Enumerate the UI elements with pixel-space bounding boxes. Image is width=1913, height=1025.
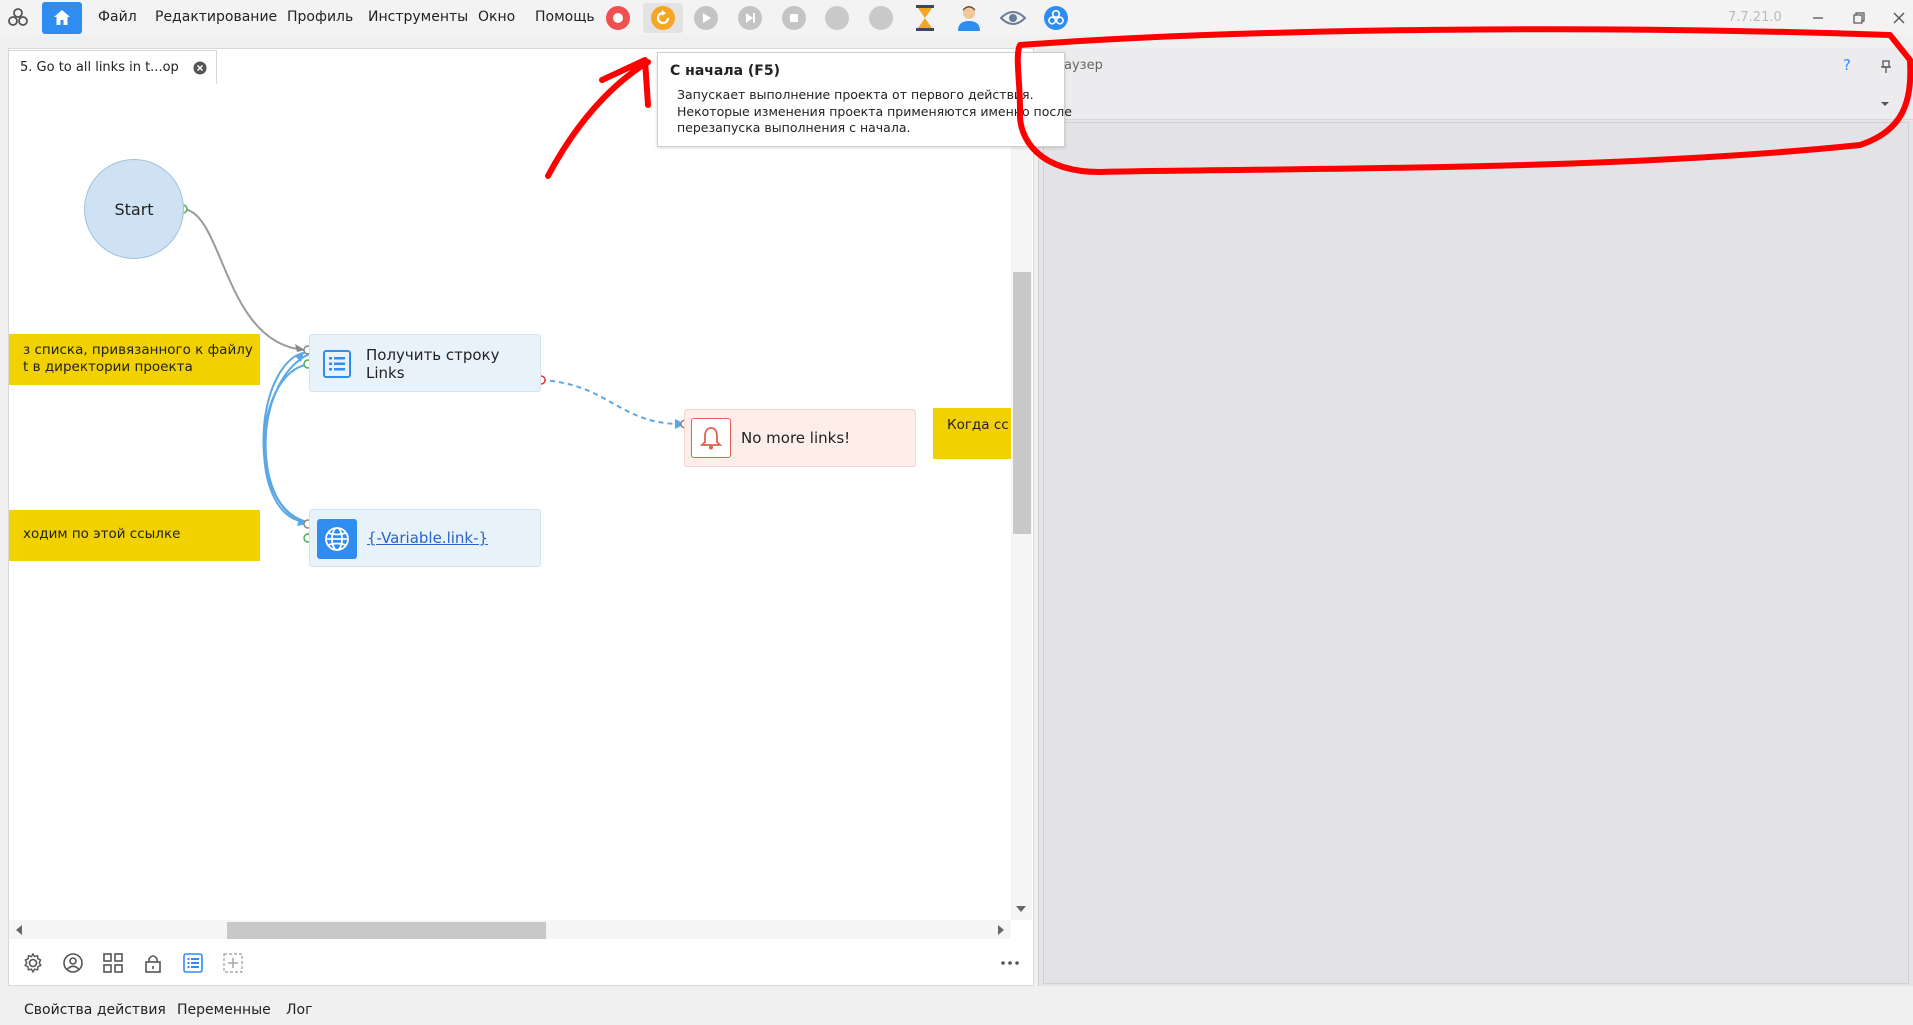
project-tab[interactable]: 5. Go to all links in t...op: [8, 50, 217, 84]
restore-button[interactable]: [1842, 4, 1876, 32]
navigate-node[interactable]: {-Variable.link-}: [309, 509, 541, 567]
play-button[interactable]: [687, 3, 725, 33]
start-node[interactable]: Start: [84, 159, 184, 259]
node-subtitle: Links: [366, 364, 405, 382]
pin-icon[interactable]: [1880, 60, 1892, 78]
profile-settings-button[interactable]: [58, 948, 88, 978]
eye-icon: [999, 11, 1027, 25]
tooltip-title: С начала (F5): [670, 63, 781, 79]
zennoposter-logo-icon: [1044, 6, 1068, 30]
restart-tooltip: С начала (F5) Запускает выполнение проек…: [657, 52, 1072, 147]
comment-note-line: ходим по этой ссылке: [23, 526, 181, 542]
disabled-button-2[interactable]: [862, 3, 900, 33]
scheduler-button[interactable]: [906, 3, 944, 33]
bell-icon: [691, 418, 731, 458]
no-more-links-node[interactable]: No more links!: [684, 409, 916, 467]
menu-file[interactable]: Файл: [98, 0, 137, 35]
menu-profile[interactable]: Профиль: [287, 0, 353, 35]
gear-icon: [24, 952, 42, 974]
minimize-icon: [1813, 17, 1823, 19]
dropdown-arrow-icon[interactable]: [1879, 96, 1891, 112]
comment-note[interactable]: Когда сс: [933, 408, 1011, 459]
tab-action-properties[interactable]: Свойства действия: [24, 997, 166, 1023]
project-canvas[interactable]: Start з списка, привязанного к файлу t в…: [9, 84, 1011, 920]
comment-note-line: з списка, привязанного к файлу: [23, 342, 253, 358]
user-icon: [958, 6, 980, 31]
scroll-left-arrow-icon[interactable]: [14, 924, 24, 940]
close-window-button[interactable]: [1882, 4, 1913, 32]
tab-log[interactable]: Лог: [286, 997, 312, 1023]
node-link-title[interactable]: {-Variable.link-}: [367, 529, 488, 547]
more-options-button[interactable]: [995, 948, 1025, 978]
node-title: No more links!: [741, 429, 851, 447]
comment-note[interactable]: з списка, привязанного к файлу t в дирек…: [9, 334, 260, 385]
menu-edit[interactable]: Редактирование: [155, 0, 277, 35]
user-circle-icon: [63, 953, 83, 973]
comment-note[interactable]: ходим по этой ссылке: [9, 510, 260, 561]
restore-icon: [1853, 12, 1865, 24]
help-button[interactable]: ?: [1843, 56, 1851, 74]
tooltip-body: Запускает выполнение проекта от первого …: [677, 87, 1072, 135]
menu-help[interactable]: Помощь: [535, 0, 595, 35]
project-tab-label: 5. Go to all links in t...op: [20, 60, 179, 75]
app-version: 7.7.21.0: [1728, 10, 1782, 25]
close-circle-icon: [193, 61, 207, 75]
settings-button[interactable]: [18, 948, 48, 978]
record-button[interactable]: [599, 3, 637, 33]
hourglass-icon: [916, 5, 934, 31]
add-action-button[interactable]: [218, 948, 248, 978]
home-icon: [54, 10, 70, 25]
menu-bar: Файл Редактирование Профиль Инструменты …: [0, 0, 1913, 35]
stop-button[interactable]: [775, 3, 813, 33]
more-dots-icon: [1001, 961, 1019, 965]
start-node-label: Start: [114, 199, 154, 219]
lock-icon: [145, 955, 161, 973]
grid-icon: [103, 953, 123, 973]
vertical-scroll-thumb[interactable]: [1013, 272, 1031, 534]
horizontal-scroll-thumb[interactable]: [227, 922, 546, 939]
list-icon: [317, 344, 357, 384]
close-icon: [1893, 12, 1905, 24]
play-icon: [694, 6, 718, 30]
restart-button[interactable]: [643, 3, 683, 33]
globe-icon: [317, 519, 357, 559]
disabled-button-1[interactable]: [818, 3, 856, 33]
browser-panel-title: аузер: [1064, 58, 1103, 73]
get-line-node[interactable]: Получить строку Links: [309, 334, 541, 392]
list-icon: [183, 953, 203, 973]
tab-close-button[interactable]: [193, 61, 207, 75]
scroll-down-arrow-icon[interactable]: [1015, 902, 1027, 918]
circle-icon: [869, 6, 893, 30]
stop-icon: [782, 6, 806, 30]
add-box-icon: [223, 953, 243, 973]
tab-variables[interactable]: Переменные: [177, 997, 271, 1023]
menu-tools[interactable]: Инструменты: [368, 0, 468, 35]
minimize-button[interactable]: [1801, 4, 1835, 32]
zennoposter-button[interactable]: [1037, 3, 1075, 33]
browser-panel-header: [1038, 48, 1913, 120]
comment-note-line: Когда сс: [947, 417, 1009, 433]
lock-button[interactable]: [138, 948, 168, 978]
step-button[interactable]: [731, 3, 769, 33]
browser-viewport[interactable]: [1043, 122, 1909, 984]
step-icon: [738, 6, 762, 30]
circle-icon: [825, 6, 849, 30]
menu-window[interactable]: Окно: [478, 0, 515, 35]
profile-button[interactable]: [950, 3, 988, 33]
grid-button[interactable]: [98, 948, 128, 978]
node-title: Получить строку: [366, 346, 500, 364]
app-logo-icon[interactable]: [6, 6, 30, 30]
home-button[interactable]: [42, 2, 82, 34]
scroll-right-arrow-icon[interactable]: [996, 924, 1006, 940]
list-view-button[interactable]: [178, 948, 208, 978]
record-icon: [606, 6, 630, 30]
view-button[interactable]: [994, 3, 1032, 33]
comment-note-line: t в директории проекта: [23, 359, 193, 375]
restart-icon: [651, 6, 675, 30]
